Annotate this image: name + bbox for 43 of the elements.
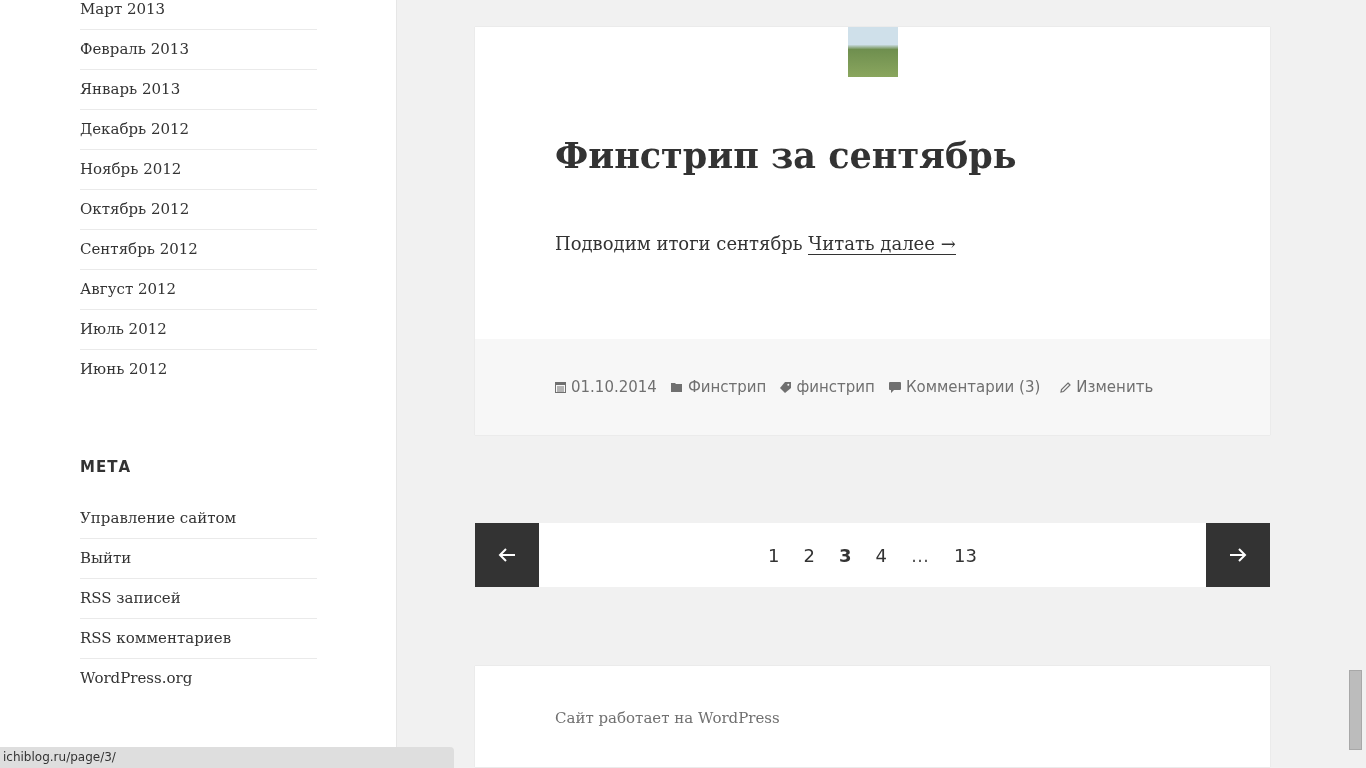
speech-bubble-icon	[888, 381, 901, 393]
edit-link[interactable]: Изменить	[1076, 378, 1154, 396]
archive-link[interactable]: Октябрь 2012	[80, 200, 190, 218]
page-number-link[interactable]: 13	[954, 544, 977, 566]
archive-link[interactable]: Декабрь 2012	[80, 120, 190, 138]
scrollbar-thumb[interactable]	[1349, 670, 1362, 750]
previous-page-button[interactable]	[475, 523, 539, 587]
left-arrow-icon	[498, 547, 516, 563]
archive-link[interactable]: Февраль 2013	[80, 40, 189, 58]
tag-icon	[780, 381, 792, 393]
category-link[interactable]: Финстрип	[687, 378, 767, 396]
photo-placeholder[interactable]	[847, 27, 898, 77]
calendar-icon	[555, 381, 566, 393]
page-number-link[interactable]: 1	[768, 544, 780, 566]
archive-link[interactable]: Август 2012	[80, 280, 177, 298]
read-more-link[interactable]: Читать далее →	[808, 233, 956, 255]
folder-icon	[670, 382, 683, 392]
page-number-link[interactable]: 4	[875, 544, 887, 566]
page-number-link[interactable]: 3	[839, 544, 852, 566]
status-bar-url: ichiblog.ru/page/3/	[0, 747, 454, 768]
meta-link[interactable]: RSS комментариев	[80, 629, 232, 647]
meta-link[interactable]: RSS записей	[80, 589, 181, 607]
comments-link[interactable]: Комментарии (3)	[905, 378, 1041, 396]
credit-link[interactable]: Сайт работает на WordPress	[555, 709, 780, 727]
next-page-button[interactable]	[1206, 523, 1270, 587]
meta-link[interactable]: Управление сайтом	[80, 509, 237, 527]
tag-link[interactable]: финстрип	[796, 378, 875, 396]
page-number-link[interactable]: 2	[803, 544, 815, 566]
excerpt-text: Подводим итоги сентябрь	[555, 233, 803, 254]
pencil-icon	[1060, 381, 1072, 393]
archive-link[interactable]: Сентябрь 2012	[80, 240, 198, 258]
post-title[interactable]: Финстрип за сентябрь	[555, 131, 1190, 181]
post-date-link[interactable]: 01.10.2014	[571, 378, 657, 396]
archive-link[interactable]: Июль 2012	[80, 320, 167, 338]
archive-link[interactable]: Январь 2013	[80, 80, 181, 98]
archive-link[interactable]: Июнь 2012	[80, 360, 168, 378]
meta-link[interactable]: Выйти	[80, 549, 132, 567]
meta-link[interactable]: WordPress.org	[80, 669, 193, 687]
ellipsis-text: …	[911, 544, 930, 566]
widget-heading: МЕТА	[80, 458, 132, 476]
archive-link[interactable]: Март 2013	[80, 0, 166, 18]
archive-link[interactable]: Ноябрь 2012	[80, 160, 182, 178]
right-arrow-icon	[1229, 547, 1247, 563]
